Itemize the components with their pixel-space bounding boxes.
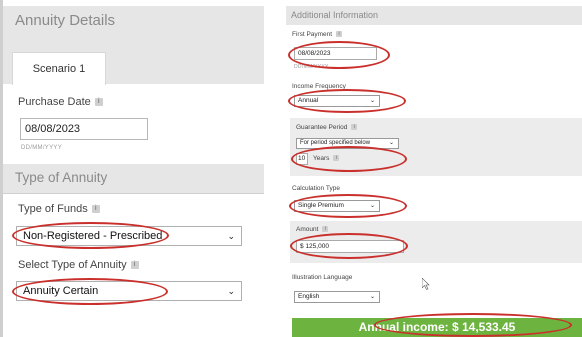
type-of-annuity-header: Type of Annuity <box>3 164 264 194</box>
mouse-pointer-icon <box>422 278 430 290</box>
first-payment-input[interactable]: 08/08/2023 <box>294 47 377 60</box>
calculation-type-label: Calculation Type <box>292 185 340 192</box>
illustration-language-value: English <box>298 293 320 300</box>
amount-label-text: Amount <box>296 226 319 233</box>
info-icon[interactable]: i <box>91 205 100 214</box>
annuity-type-value: Annuity Certain <box>23 285 99 297</box>
guarantee-years-input[interactable]: 10 <box>296 153 308 165</box>
illustration-language-label: Illustration Language <box>292 274 353 281</box>
chevron-down-icon: ⌄ <box>227 231 235 241</box>
amount-label: Amount i <box>296 226 329 233</box>
info-icon[interactable]: i <box>333 155 340 162</box>
purchase-date-input[interactable]: 08/08/2023 <box>20 118 148 140</box>
purchase-date-value: 08/08/2023 <box>25 123 81 135</box>
type-of-funds-select[interactable]: Non-Registered - Prescribed ⌄ <box>16 226 242 246</box>
chevron-down-icon: ⌄ <box>388 140 394 146</box>
income-frequency-select[interactable]: Annual ⌄ <box>294 95 380 107</box>
info-icon[interactable]: i <box>351 124 358 131</box>
income-frequency-label: Income Frequency <box>292 83 346 90</box>
purchase-date-label: Purchase Date i <box>18 96 103 108</box>
type-of-funds-label-text: Type of Funds <box>18 203 88 215</box>
annuity-details-header: Annuity Details <box>3 6 264 44</box>
select-type-of-annuity-label: Select Type of Annuity i <box>18 259 139 271</box>
additional-info-header: Additional Information <box>286 6 582 25</box>
info-icon[interactable]: i <box>94 98 103 107</box>
info-icon[interactable]: i <box>336 31 343 38</box>
chevron-down-icon: ⌄ <box>369 98 375 104</box>
guarantee-period-type-value: For period specified below <box>300 140 371 146</box>
chevron-down-icon: ⌄ <box>369 294 375 300</box>
tab-scenario-1[interactable]: Scenario 1 <box>12 52 106 85</box>
income-frequency-value: Annual <box>298 97 319 104</box>
amount-input[interactable]: $ 125,000 <box>296 240 404 253</box>
guarantee-period-label: Guarantee Period i <box>296 124 358 131</box>
select-type-of-annuity-label-text: Select Type of Annuity <box>18 259 127 271</box>
guarantee-period-type-select[interactable]: For period specified below ⌄ <box>296 138 399 149</box>
chevron-down-icon: ⌄ <box>227 286 235 296</box>
info-icon[interactable]: i <box>130 261 139 270</box>
panel-divider <box>272 0 286 337</box>
additional-info-title: Additional Information <box>291 10 379 20</box>
calculation-type-value: Single Premium <box>298 202 344 209</box>
illustration-language-select[interactable]: English ⌄ <box>294 291 380 303</box>
tab-scenario-1-label: Scenario 1 <box>32 63 86 75</box>
amount-value: 125,000 <box>305 243 329 250</box>
type-of-funds-label: Type of Funds i <box>18 203 100 215</box>
first-payment-hint: DD/MM/YYYY <box>294 64 329 70</box>
purchase-date-hint: DD/MM/YYYY <box>21 145 63 151</box>
first-payment-label: First Payment i <box>292 31 343 38</box>
guarantee-years-unit-text: Years <box>313 155 330 162</box>
guarantee-years-unit: Years i <box>313 155 340 162</box>
annual-income-text: Annual income: $ 14,533.45 <box>358 320 516 334</box>
type-of-annuity-title: Type of Annuity <box>15 170 108 185</box>
calculation-type-select[interactable]: Single Premium ⌄ <box>294 200 380 212</box>
type-of-funds-value: Non-Registered - Prescribed <box>23 230 163 242</box>
annuity-details-title: Annuity Details <box>15 12 116 29</box>
first-payment-value: 08/08/2023 <box>298 50 331 57</box>
info-icon[interactable]: i <box>322 226 329 233</box>
amount-prefix: $ <box>300 243 304 250</box>
purchase-date-label-text: Purchase Date <box>18 96 91 108</box>
first-payment-label-text: First Payment <box>292 31 333 38</box>
scenario-tab-strip: Scenario 1 <box>3 44 264 85</box>
annuity-type-select[interactable]: Annuity Certain ⌄ <box>16 281 242 301</box>
guarantee-years-value: 10 <box>298 155 306 162</box>
chevron-down-icon: ⌄ <box>369 203 375 209</box>
guarantee-period-label-text: Guarantee Period <box>296 124 348 131</box>
annual-income-bar: Annual income: $ 14,533.45 <box>292 318 582 337</box>
